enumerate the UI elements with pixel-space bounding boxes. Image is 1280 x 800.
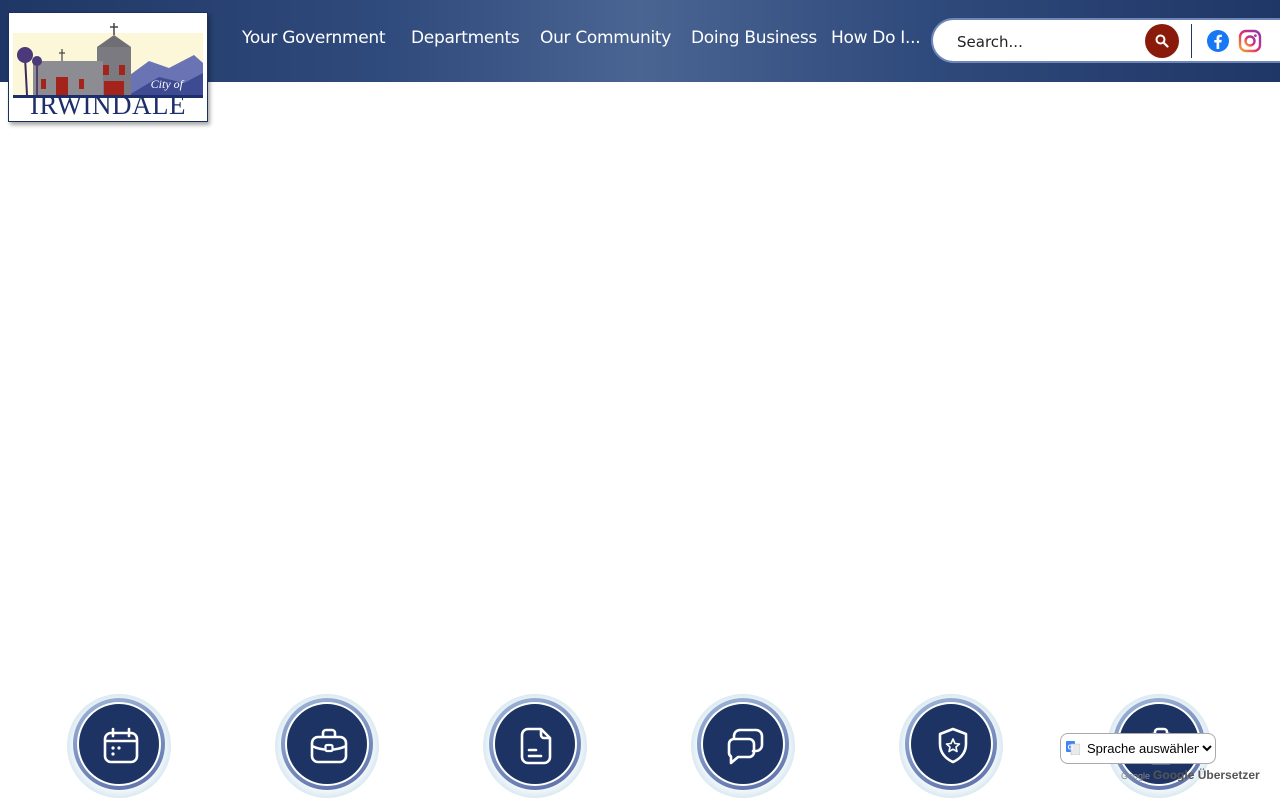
- quick-link-circle: [493, 702, 577, 786]
- nav-departments[interactable]: Departments: [411, 28, 520, 48]
- translate-attribution[interactable]: Google Übersetzer: [1153, 768, 1260, 782]
- quick-link-ring: [489, 698, 581, 790]
- document-icon: [520, 727, 552, 765]
- city-logo[interactable]: City of IRWINDALE: [8, 12, 208, 122]
- search-divider: [1191, 24, 1192, 58]
- quick-link-business[interactable]: [275, 694, 379, 798]
- google-logo: Google: [1121, 771, 1151, 781]
- nav-your-government[interactable]: Your Government: [242, 28, 386, 48]
- nav-our-community[interactable]: Our Community: [540, 28, 671, 48]
- google-translate-widget: Sprache auswählen G: [1060, 733, 1216, 765]
- logo-city-name: IRWINDALE: [30, 90, 186, 120]
- facebook-icon[interactable]: [1206, 29, 1230, 53]
- search-bar: [931, 18, 1280, 63]
- nav-doing-business[interactable]: Doing Business: [691, 28, 817, 48]
- language-select[interactable]: Sprache auswählen: [1060, 733, 1216, 764]
- quick-link-circle: [701, 702, 785, 786]
- quick-link-contact[interactable]: [691, 694, 795, 798]
- quick-link-ring: [73, 698, 165, 790]
- instagram-icon[interactable]: [1238, 29, 1262, 53]
- quick-link-ring: [905, 698, 997, 790]
- site-header: City of IRWINDALE Your Government Depart…: [0, 0, 1280, 122]
- calendar-icon: [103, 727, 139, 764]
- quick-link-circle: [285, 702, 369, 786]
- search-button[interactable]: [1145, 24, 1179, 58]
- quick-link-ring: [281, 698, 373, 790]
- briefcase-icon: [310, 728, 348, 764]
- search-icon: [1155, 34, 1169, 48]
- shield-star-icon: [938, 727, 968, 764]
- powered-by-google: Google Google Übersetzer: [1121, 768, 1260, 782]
- search-input[interactable]: [955, 30, 1139, 54]
- quick-link-documents[interactable]: [483, 694, 587, 798]
- quick-link-circle: [909, 702, 993, 786]
- chat-bubbles-icon: [727, 728, 764, 765]
- quick-link-public-safety[interactable]: [899, 694, 1003, 798]
- nav-how-do-i[interactable]: How Do I...: [831, 28, 921, 48]
- quick-link-circle: [77, 702, 161, 786]
- quick-link-ring: [697, 698, 789, 790]
- quick-link-calendar[interactable]: [67, 694, 171, 798]
